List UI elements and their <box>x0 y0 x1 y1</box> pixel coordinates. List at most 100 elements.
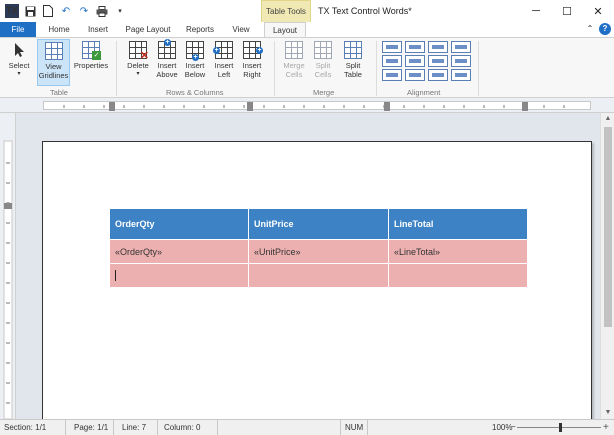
tab-file[interactable]: File <box>0 22 36 37</box>
insert-below-label-2: Below <box>184 70 206 79</box>
group-separator <box>376 41 377 96</box>
tab-reports[interactable]: Reports <box>182 22 218 37</box>
delete-label: Delete <box>127 61 149 70</box>
redo-icon[interactable]: ↷ <box>77 4 91 18</box>
table-row <box>109 263 528 288</box>
document-table[interactable]: OrderQty UnitPrice LineTotal «OrderQty» … <box>109 208 528 288</box>
ribbon: Select ▾ View Gridlines ✓ Properties Tab… <box>0 37 614 98</box>
customize-qat-icon[interactable]: ▾ <box>113 4 127 18</box>
align-bottom-justify-icon[interactable] <box>451 69 471 81</box>
delete-x-icon: ✕ <box>139 50 149 62</box>
view-gridlines-label-2: Gridlines <box>38 71 69 80</box>
properties-button[interactable]: ✓ Properties <box>72 39 110 86</box>
align-middle-right-icon[interactable] <box>428 55 448 67</box>
alignment-grid <box>382 41 472 81</box>
insert-right-label-1: Insert <box>242 61 262 70</box>
app-icon[interactable]: TX <box>5 4 19 18</box>
print-icon[interactable] <box>95 4 109 18</box>
select-button[interactable]: Select ▾ <box>4 39 34 86</box>
split-table-icon <box>344 41 362 59</box>
zoom-slider-thumb[interactable] <box>559 423 562 432</box>
split-table-label-1: Split <box>345 61 361 70</box>
collapse-ribbon-icon[interactable]: ⌃ <box>584 23 596 35</box>
status-column: Column: 0 <box>160 420 218 435</box>
horizontal-ruler[interactable] <box>0 98 614 113</box>
insert-below-button[interactable]: + Insert Below <box>181 39 209 86</box>
insert-left-label-1: Insert <box>214 61 234 70</box>
tab-page-layout[interactable]: Page Layout <box>122 22 174 37</box>
align-top-center-icon[interactable] <box>405 41 425 53</box>
scrollbar-thumb[interactable] <box>604 127 612 327</box>
align-bottom-center-icon[interactable] <box>405 69 425 81</box>
insert-above-icon: + <box>158 39 176 59</box>
merge-cells-label-2: Cells <box>285 70 303 79</box>
table-cell-active[interactable] <box>109 263 249 288</box>
scroll-up-icon[interactable]: ▲ <box>601 113 614 125</box>
insert-left-label-2: Left <box>217 70 231 79</box>
window-title: TX Text Control Words* <box>318 6 412 16</box>
document-page[interactable]: OrderQty UnitPrice LineTotal «OrderQty» … <box>42 141 592 431</box>
scroll-down-icon[interactable]: ▼ <box>601 407 614 419</box>
text-caret <box>115 270 116 282</box>
insert-above-button[interactable]: + Insert Above <box>153 39 181 86</box>
tab-insert[interactable]: Insert <box>82 22 114 37</box>
split-table-button[interactable]: Split Table <box>338 39 368 86</box>
table-header-cell[interactable]: UnitPrice <box>248 208 389 240</box>
table-cell[interactable]: «OrderQty» <box>109 239 249 264</box>
table-header-cell[interactable]: OrderQty <box>109 208 249 240</box>
table-cell[interactable]: «UnitPrice» <box>248 239 389 264</box>
group-label-alignment: Alignment <box>407 88 441 97</box>
vertical-scrollbar[interactable]: ▲ ▼ <box>600 113 614 419</box>
align-middle-center-icon[interactable] <box>405 55 425 67</box>
align-top-justify-icon[interactable] <box>451 41 471 53</box>
align-bottom-left-icon[interactable] <box>382 69 402 81</box>
gridlines-icon <box>44 42 63 60</box>
align-middle-left-icon[interactable] <box>382 55 402 67</box>
tab-home[interactable]: Home <box>42 22 76 37</box>
vertical-ruler[interactable] <box>0 113 16 419</box>
table-header-row: OrderQty UnitPrice LineTotal <box>109 208 528 240</box>
delete-button[interactable]: ✕ Delete ▾ <box>122 39 154 86</box>
status-page: Page: 1/1 <box>70 420 114 435</box>
properties-icon: ✓ <box>82 41 101 60</box>
align-top-left-icon[interactable] <box>382 41 402 53</box>
table-header-cell[interactable]: LineTotal <box>388 208 528 240</box>
zoom-in-button[interactable]: + <box>603 420 609 435</box>
help-icon[interactable]: ? <box>599 23 611 35</box>
view-gridlines-label-1: View <box>45 62 62 71</box>
ribbon-tabs: File Home Insert Page Layout Reports Vie… <box>0 22 614 38</box>
group-separator <box>116 41 117 96</box>
new-document-icon[interactable] <box>41 4 55 18</box>
insert-right-button[interactable]: + Insert Right <box>238 39 266 86</box>
group-label-table: Table <box>50 88 68 97</box>
undo-icon[interactable]: ↶ <box>59 4 73 18</box>
merge-cells-label-1: Merge <box>283 61 305 70</box>
insert-below-icon: + <box>186 41 204 61</box>
align-top-right-icon[interactable] <box>428 41 448 53</box>
split-cells-icon <box>314 41 332 59</box>
table-cell[interactable]: «LineTotal» <box>388 239 528 264</box>
insert-above-label-2: Above <box>156 70 178 79</box>
zoom-level[interactable]: 100% <box>488 420 512 435</box>
group-label-merge: Merge <box>313 88 335 97</box>
title-bar: TX ↶ ↷ ▾ Table Tools TX Text Control Wor… <box>0 0 614 22</box>
tab-view[interactable]: View <box>226 22 256 37</box>
align-bottom-right-icon[interactable] <box>428 69 448 81</box>
align-middle-justify-icon[interactable] <box>451 55 471 67</box>
table-cell[interactable] <box>248 263 389 288</box>
merge-cells-button[interactable]: Merge Cells <box>280 39 308 86</box>
minimize-button[interactable]: ─ <box>521 0 551 22</box>
status-line: Line: 7 <box>118 420 158 435</box>
close-button[interactable]: ✕ <box>583 0 613 22</box>
save-icon[interactable] <box>23 4 37 18</box>
maximize-button[interactable]: ☐ <box>552 0 582 22</box>
delete-table-icon: ✕ <box>129 41 149 62</box>
zoom-out-button[interactable]: − <box>510 420 516 435</box>
tab-layout[interactable]: Layout <box>264 22 306 38</box>
split-cells-button[interactable]: Split Cells <box>309 39 337 86</box>
properties-label: Properties <box>73 61 109 70</box>
view-gridlines-button[interactable]: View Gridlines <box>37 39 70 86</box>
table-cell[interactable] <box>388 263 528 288</box>
insert-left-button[interactable]: + Insert Left <box>210 39 238 86</box>
merge-cells-icon <box>285 41 303 59</box>
